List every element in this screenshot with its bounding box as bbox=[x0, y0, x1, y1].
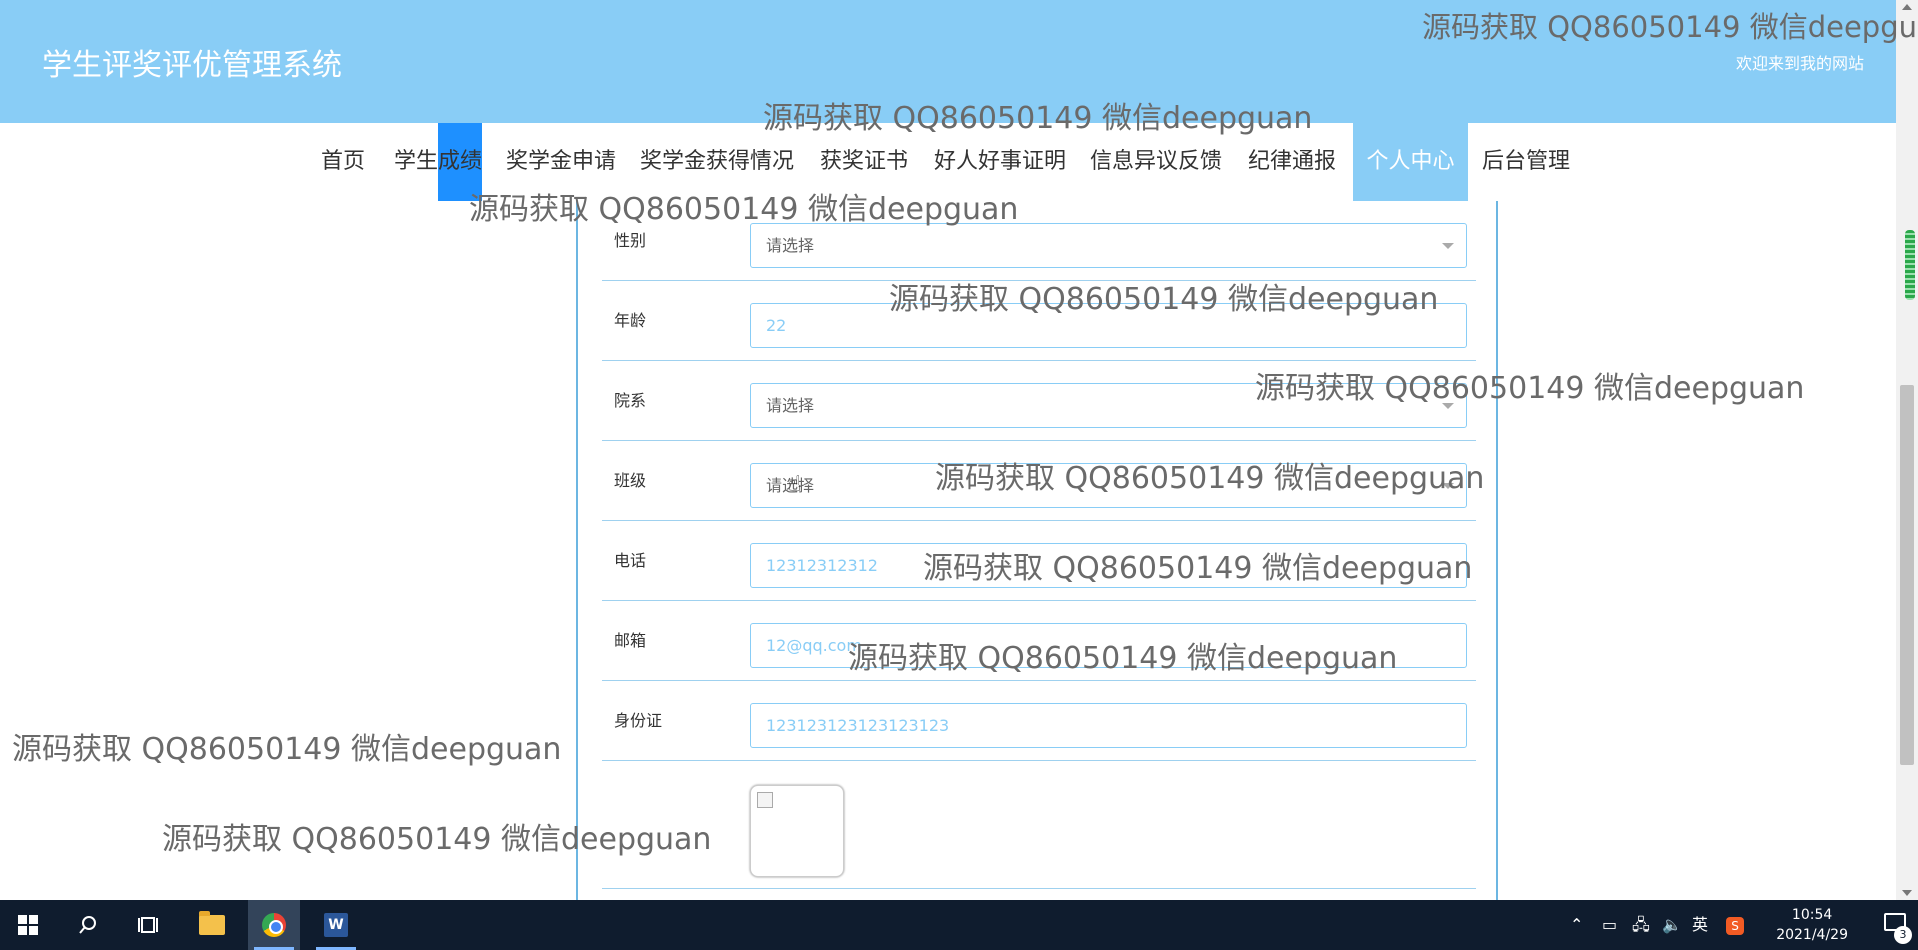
email-input[interactable]: 12@qq.com bbox=[750, 623, 1467, 668]
ime-indicator[interactable]: 英 bbox=[1692, 900, 1708, 950]
nav-item-good-deeds[interactable]: 好人好事证明 bbox=[922, 123, 1078, 201]
chevron-down-icon bbox=[1442, 403, 1454, 409]
chevron-up-icon[interactable]: ⌃ bbox=[1570, 900, 1583, 950]
nav-item-profile[interactable]: 个人中心 bbox=[1353, 123, 1468, 201]
gender-label: 性别 bbox=[614, 231, 647, 250]
photo-upload[interactable] bbox=[750, 785, 844, 877]
chrome-taskbar-button[interactable] bbox=[248, 900, 300, 950]
file-explorer-icon[interactable] bbox=[186, 900, 238, 950]
notification-count-badge: 3 bbox=[1894, 926, 1912, 944]
watermark: 源码获取 QQ86050149 微信deepguan bbox=[12, 732, 562, 767]
id-card-input[interactable]: 123123123123123123 bbox=[750, 703, 1467, 748]
clock-time: 10:54 bbox=[1791, 907, 1833, 923]
scroll-thumb[interactable] bbox=[1900, 385, 1914, 765]
chevron-down-icon bbox=[1442, 243, 1454, 249]
chevron-down-icon bbox=[1442, 483, 1454, 489]
nav-item-feedback[interactable]: 信息异议反馈 bbox=[1078, 123, 1234, 201]
sogou-ime-icon[interactable]: S bbox=[1726, 900, 1744, 950]
start-button[interactable] bbox=[2, 900, 54, 950]
chrome-icon bbox=[262, 913, 286, 937]
nav-item-scholarship-status[interactable]: 奖学金获得情况 bbox=[628, 123, 806, 201]
email-label: 邮箱 bbox=[614, 631, 647, 650]
taskbar-clock[interactable]: 10:54 2021/4/29 bbox=[1776, 905, 1848, 945]
department-select-value: 请选择 bbox=[766, 396, 815, 415]
page-scrollbar[interactable] bbox=[1896, 0, 1918, 900]
nav-item-home[interactable]: 首页 bbox=[309, 123, 377, 201]
department-label: 院系 bbox=[614, 391, 647, 410]
site-header: 学生评奖评优管理系统 欢迎来到我的网站 bbox=[0, 0, 1896, 123]
gender-select[interactable]: 请选择 bbox=[750, 223, 1467, 268]
welcome-text: 欢迎来到我的网站 bbox=[1735, 54, 1864, 73]
word-taskbar-button[interactable]: W bbox=[310, 900, 362, 950]
search-icon[interactable] bbox=[62, 900, 114, 950]
form-row-age: 年龄 22 bbox=[602, 281, 1476, 361]
page-indicator-widget[interactable] bbox=[1905, 230, 1915, 300]
profile-form-panel: 性别 请选择 年龄 22 院系 请选择 班级 请选择 电话 1231231231… bbox=[576, 201, 1498, 900]
main-nav: 首页 学生成绩 奖学金申请 奖学金获得情况 获奖证书 好人好事证明 信息异议反馈… bbox=[0, 123, 1896, 201]
department-select[interactable]: 请选择 bbox=[750, 383, 1467, 428]
network-icon[interactable]: 🖧 bbox=[1632, 900, 1650, 950]
nav-item-student-scores[interactable]: 学生成绩 bbox=[382, 123, 494, 201]
phone-label: 电话 bbox=[614, 551, 647, 570]
scroll-up-arrow-icon[interactable] bbox=[1902, 4, 1912, 10]
windows-taskbar: W ⌃ ▭ 🖧 🔈 英 S 10:54 2021/4/29 3 bbox=[0, 900, 1918, 950]
form-row-photo bbox=[602, 761, 1476, 889]
class-select[interactable]: 请选择 bbox=[750, 463, 1467, 508]
form-row-department: 院系 请选择 bbox=[602, 361, 1476, 441]
hand-cursor-icon: ☝ bbox=[788, 472, 802, 497]
form-row-gender: 性别 请选择 bbox=[602, 201, 1476, 281]
nav-item-scholarship-apply[interactable]: 奖学金申请 bbox=[494, 123, 628, 201]
site-title: 学生评奖评优管理系统 bbox=[42, 48, 342, 83]
clock-date: 2021/4/29 bbox=[1776, 927, 1848, 943]
form-row-email: 邮箱 12@qq.com bbox=[602, 601, 1476, 681]
class-label: 班级 bbox=[614, 471, 647, 490]
scroll-down-arrow-icon[interactable] bbox=[1902, 890, 1912, 896]
windows-logo-icon bbox=[18, 915, 38, 935]
gender-select-value: 请选择 bbox=[766, 236, 815, 255]
battery-icon[interactable]: ▭ bbox=[1602, 900, 1617, 950]
id-card-label: 身份证 bbox=[614, 711, 663, 730]
task-view-icon[interactable] bbox=[122, 900, 174, 950]
volume-icon[interactable]: 🔈 bbox=[1662, 900, 1682, 950]
age-label: 年龄 bbox=[614, 311, 647, 330]
age-input[interactable]: 22 bbox=[750, 303, 1467, 348]
phone-input[interactable]: 12312312312 bbox=[750, 543, 1467, 588]
form-row-class: 班级 请选择 bbox=[602, 441, 1476, 521]
nav-item-discipline[interactable]: 纪律通报 bbox=[1236, 123, 1348, 201]
form-row-id-card: 身份证 123123123123123123 bbox=[602, 681, 1476, 761]
nav-item-certificates[interactable]: 获奖证书 bbox=[808, 123, 920, 201]
form-row-phone: 电话 12312312312 bbox=[602, 521, 1476, 601]
nav-item-admin[interactable]: 后台管理 bbox=[1470, 123, 1582, 201]
word-icon: W bbox=[324, 913, 348, 937]
broken-image-icon bbox=[757, 792, 773, 808]
